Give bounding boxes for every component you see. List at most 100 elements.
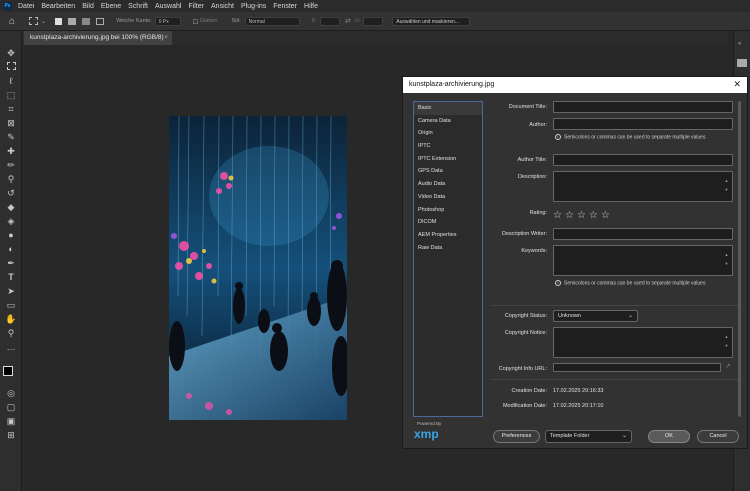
dialog-title-bar: kunstplaza-archivierung.jpg ✕ (403, 77, 747, 93)
document-tab[interactable]: kunstplaza-archivierung.jpg bei 100% (RG… (24, 31, 172, 45)
share-icon[interactable]: ⊞ (5, 430, 17, 440)
menu-filter[interactable]: Filter (188, 3, 204, 10)
star-icon[interactable]: ☆ (577, 210, 589, 221)
history-panel-icon[interactable] (737, 59, 747, 67)
style-label: Stil: (231, 18, 241, 24)
author-title-input[interactable] (553, 154, 733, 166)
frame-tool-icon[interactable]: ⊠ (5, 118, 17, 128)
rect-marquee-tool-icon[interactable] (5, 62, 17, 72)
keywords-scroll-arrows[interactable]: ▲ ▼ (723, 250, 730, 270)
star-icon[interactable]: ☆ (601, 210, 613, 221)
document-image[interactable] (169, 116, 347, 420)
eraser-tool-icon[interactable]: ◆ (5, 202, 17, 212)
dialog-scrollbar[interactable] (738, 101, 742, 417)
width-input[interactable] (319, 16, 340, 26)
brush-tool-icon[interactable]: ✏ (5, 160, 17, 170)
rectangle-tool-icon[interactable]: ▭ (5, 300, 17, 310)
template-folder-label: Template Folder (550, 433, 590, 439)
options-bar: ⌂ ⌄ Weiche Kante: 0 Px Glätten Stil: Nor… (0, 12, 750, 31)
ok-button[interactable]: OK (648, 430, 690, 443)
menu-plugins[interactable]: Plug-ins (241, 3, 266, 10)
eyedropper-tool-icon[interactable]: ✎ (5, 132, 17, 142)
category-dicom[interactable]: DICOM (414, 216, 482, 229)
menu-datei[interactable]: Datei (18, 3, 34, 10)
section-divider (491, 305, 738, 306)
template-folder-select[interactable]: Template Folder ⌄ (545, 430, 632, 443)
star-icon[interactable]: ☆ (589, 210, 601, 221)
category-audio-data[interactable]: Audio Data (414, 178, 482, 191)
menu-fenster[interactable]: Fenster (273, 3, 297, 10)
menu-auswahl[interactable]: Auswahl (155, 3, 181, 10)
blur-tool-icon[interactable]: ● (5, 230, 17, 240)
new-selection-icon[interactable] (55, 17, 63, 25)
crop-tool-icon[interactable]: ⌗ (5, 104, 17, 114)
description-textarea[interactable]: ▲ ▼ (553, 171, 733, 202)
photoshop-logo-icon: Ps (3, 2, 12, 10)
swap-icon[interactable]: ⇄ (345, 17, 351, 25)
add-selection-icon[interactable] (68, 17, 77, 25)
dodge-tool-icon[interactable]: ◐ (5, 244, 17, 254)
feather-input[interactable]: 0 Px (154, 16, 181, 26)
screen-mode-icon[interactable]: ▢ (5, 402, 17, 412)
healing-brush-tool-icon[interactable]: ✚ (5, 146, 17, 156)
smooth-checkbox[interactable] (192, 18, 198, 24)
document-tab-title: kunstplaza-archivierung.jpg bei 100% (RG… (30, 34, 164, 41)
menu-ansicht[interactable]: Ansicht (211, 3, 234, 10)
more-tools-icon[interactable]: … (5, 342, 17, 352)
keywords-note: i Semicolons or commas can be used to sep… (555, 280, 705, 286)
menu-schrift[interactable]: Schrift (128, 3, 148, 10)
close-icon[interactable]: × (164, 34, 168, 41)
keywords-textarea[interactable]: ▲ ▼ (553, 245, 733, 276)
close-icon[interactable]: ✕ (733, 79, 741, 90)
quick-mask-icon[interactable]: ◎ (5, 388, 17, 398)
open-url-icon[interactable]: ↗ (725, 362, 731, 370)
type-tool-icon[interactable]: T (5, 272, 17, 282)
home-icon[interactable]: ⌂ (9, 16, 15, 27)
author-title-label: Author Title: (517, 157, 547, 163)
description-writer-input[interactable] (553, 228, 733, 240)
category-iptc[interactable]: IPTC (414, 140, 482, 153)
pen-tool-icon[interactable]: ✒ (5, 258, 17, 268)
star-icon[interactable]: ☆ (565, 210, 577, 221)
copyright-status-select[interactable]: Unknown ⌄ (553, 310, 638, 322)
clone-stamp-tool-icon[interactable]: ⚲ (5, 174, 17, 184)
intersect-selection-icon[interactable] (96, 17, 105, 25)
move-tool-icon[interactable]: ✥ (5, 48, 17, 58)
marquee-tool-preset-icon[interactable] (29, 17, 39, 25)
author-input[interactable] (553, 118, 733, 130)
copyright-notice-scroll-arrows[interactable]: ▲ ▼ (723, 332, 730, 352)
description-writer-label: Description Writer: (501, 231, 547, 237)
star-icon[interactable]: ☆ (553, 210, 565, 221)
paint-bucket-tool-icon[interactable]: ◈ (5, 216, 17, 226)
path-select-tool-icon[interactable]: ➤ (5, 286, 17, 296)
menu-ebene[interactable]: Ebene (101, 3, 121, 10)
object-select-tool-icon[interactable]: ⬚ (5, 90, 17, 100)
collapse-panels-icon[interactable]: « (738, 41, 741, 47)
chevron-down-icon[interactable]: ⌄ (41, 18, 46, 25)
dialog-scroll-thumb[interactable] (738, 101, 741, 417)
menu-bearbeiten[interactable]: Bearbeiten (41, 3, 75, 10)
color-swatches[interactable] (3, 366, 19, 382)
category-origin[interactable]: Origin (414, 127, 482, 140)
rating-stars[interactable]: ☆☆☆☆☆ (553, 210, 613, 221)
hand-tool-icon[interactable]: ✋ (5, 314, 17, 324)
history-brush-tool-icon[interactable]: ↺ (5, 188, 17, 198)
subtract-selection-icon[interactable] (82, 17, 91, 25)
lasso-tool-icon[interactable]: ℓ (5, 76, 17, 86)
document-title-input[interactable] (553, 101, 733, 113)
zoom-tool-icon[interactable]: ⚲ (5, 328, 17, 338)
menu-bild[interactable]: Bild (82, 3, 94, 10)
style-select[interactable]: Normal (244, 16, 300, 26)
height-input[interactable] (363, 16, 384, 26)
description-scroll-arrows[interactable]: ▲ ▼ (723, 176, 730, 196)
menu-hilfe[interactable]: Hilfe (304, 3, 318, 10)
copyright-notice-textarea[interactable]: ▲ ▼ (553, 327, 733, 358)
select-and-mask-button[interactable]: Auswählen und maskieren... (392, 16, 471, 26)
artboard-icon[interactable]: ▣ (5, 416, 17, 426)
copyright-url-input[interactable] (553, 363, 721, 372)
description-label: Description: (517, 174, 547, 180)
category-video-data[interactable]: Video Data (414, 191, 482, 204)
cancel-button[interactable]: Cancel (697, 430, 739, 443)
preferences-button[interactable]: Preferences (493, 430, 540, 443)
foreground-color-swatch[interactable] (3, 366, 13, 376)
